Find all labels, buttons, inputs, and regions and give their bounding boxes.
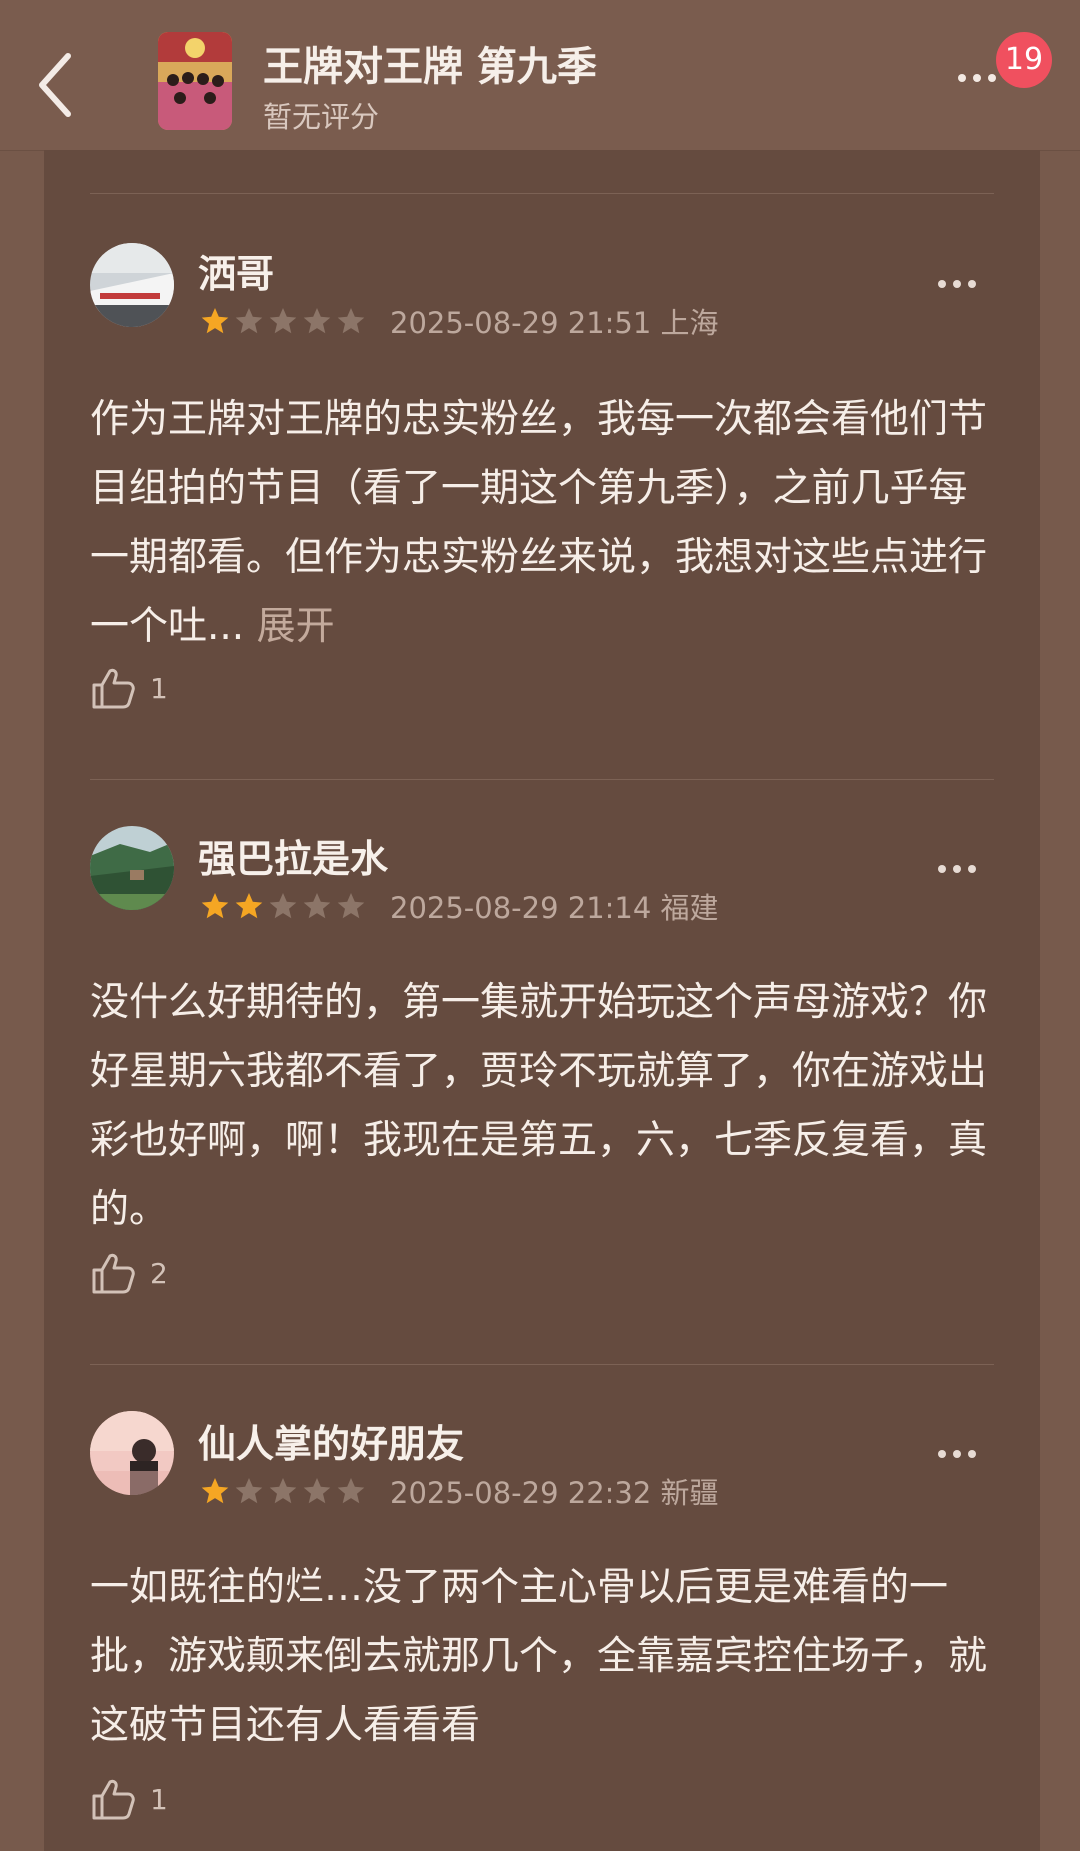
- star-empty-icon: [303, 1478, 331, 1504]
- star-rating: [200, 891, 366, 921]
- review-timestamp-location: 2025-08-29 22:32 新疆: [390, 1476, 719, 1510]
- review-text[interactable]: 一如既往的烂…没了两个主心骨以后更是难看的一批，游戏颠来倒去就那几个，全靠嘉宾控…: [90, 1553, 1000, 1760]
- notification-badge[interactable]: 19: [996, 32, 1052, 88]
- avatar[interactable]: [90, 243, 174, 327]
- expand-link[interactable]: 展开: [257, 604, 335, 649]
- review-text[interactable]: 没什么好期待的，第一集就开始玩这个声母游戏？你好星期六我都不看了，贾玲不玩就算了…: [90, 968, 1000, 1244]
- star-empty-icon: [269, 308, 297, 334]
- like-button[interactable]: 2: [90, 1250, 168, 1296]
- star-filled-icon: [201, 308, 229, 334]
- star-empty-icon: [269, 1478, 297, 1504]
- star-empty-icon: [303, 308, 331, 334]
- thumbs-up-icon: [92, 668, 135, 709]
- star-empty-icon: [235, 308, 263, 334]
- back-arrow-icon[interactable]: [36, 50, 76, 120]
- show-poster-thumbnail[interactable]: [158, 32, 232, 130]
- show-title: 王牌对王牌 第九季: [263, 44, 597, 90]
- divider: [90, 779, 994, 780]
- like-count: 2: [150, 1256, 168, 1290]
- username[interactable]: 仙人掌的好朋友: [198, 1413, 464, 1468]
- star-empty-icon: [337, 1478, 365, 1504]
- star-rating: [200, 306, 366, 336]
- review-text-content: 没什么好期待的，第一集就开始玩这个声母游戏？你好星期六我都不看了，贾玲不玩就算了…: [90, 980, 988, 1232]
- star-empty-icon: [269, 893, 297, 919]
- review-timestamp-location: 2025-08-29 21:51 上海: [390, 306, 719, 340]
- review-more-icon[interactable]: [938, 1450, 976, 1458]
- top-bar: 王牌对王牌 第九季 暂无评分 19: [0, 0, 1080, 151]
- thumbs-up-icon: [92, 1253, 135, 1294]
- divider: [90, 1364, 994, 1365]
- star-empty-icon: [337, 893, 365, 919]
- review-text[interactable]: 作为王牌对王牌的忠实粉丝，我每一次都会看他们节目组拍的节目（看了一期这个第九季）…: [90, 385, 1000, 661]
- review-text-content: 一如既往的烂…没了两个主心骨以后更是难看的一批，游戏颠来倒去就那几个，全靠嘉宾控…: [90, 1565, 988, 1748]
- star-filled-icon: [201, 893, 229, 919]
- star-filled-icon: [201, 1478, 229, 1504]
- divider: [90, 193, 994, 194]
- like-count: 1: [150, 671, 168, 705]
- star-empty-icon: [235, 1478, 263, 1504]
- review-more-icon[interactable]: [938, 865, 976, 873]
- rating-status: 暂无评分: [263, 100, 380, 134]
- review-text-content: 作为王牌对王牌的忠实粉丝，我每一次都会看他们节目组拍的节目（看了一期这个第九季）…: [90, 397, 988, 649]
- like-button[interactable]: 1: [90, 665, 168, 711]
- username[interactable]: 强巴拉是水: [198, 828, 388, 883]
- avatar[interactable]: [90, 826, 174, 910]
- like-button[interactable]: 1: [90, 1776, 168, 1822]
- review-more-icon[interactable]: [938, 280, 976, 288]
- thumbs-up-icon: [92, 1779, 135, 1820]
- username[interactable]: 洒哥: [198, 243, 274, 298]
- avatar[interactable]: [90, 1411, 174, 1495]
- star-empty-icon: [337, 308, 365, 334]
- more-options-icon[interactable]: [958, 74, 996, 82]
- like-count: 1: [150, 1782, 168, 1816]
- star-empty-icon: [303, 893, 331, 919]
- star-filled-icon: [235, 893, 263, 919]
- star-rating: [200, 1476, 366, 1506]
- review-timestamp-location: 2025-08-29 21:14 福建: [390, 891, 719, 925]
